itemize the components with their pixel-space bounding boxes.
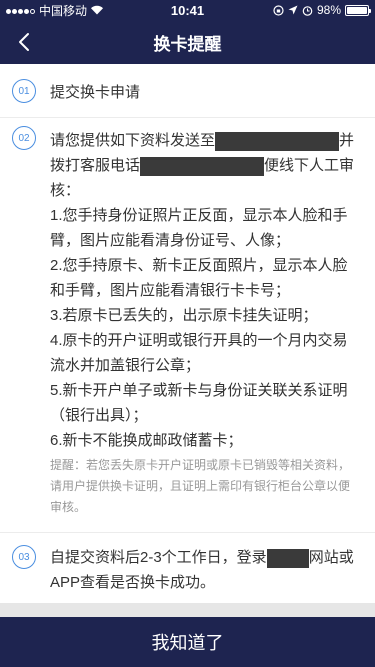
intro-text-a: 请您提供如下资料发送至 [50,132,216,149]
step-3: 03 自提交资料后2-3个工作日，登录 网站或APP查看是否换卡成功。 [0,533,375,609]
redacted-phone-block [140,156,265,176]
requirement-item: 5.新卡开户单子或新卡与身份证关联关系证明（银行出具）； [50,382,348,424]
requirement-item: 3.若原卡已丢失的，出示原卡挂失证明； [50,307,318,324]
intro-text-c: 打客服电话 [65,157,141,174]
wifi-icon [91,5,104,15]
step-1-text: 提交换卡申请 [50,84,141,101]
location-icon [288,5,298,15]
status-bar: 中国移动 10:41 98% [0,0,375,20]
reminder-content: 01 提交换卡申请 02 请您提供如下资料发送至 并拨打客服电话 便线下人工审核： … [0,64,375,619]
step-1: 01 提交换卡申请 [0,64,375,118]
requirement-item: 4.原卡的开户证明或银行开具的一个月内交易流水并加盖银行公章； [50,332,348,374]
battery-fill [347,6,367,14]
nav-bar: 换卡提醒 [0,20,375,64]
battery-percent: 98% [316,3,341,17]
requirement-item: 6.新卡不能换成邮政储蓄卡； [50,432,243,449]
status-left: 中国移动 [6,2,273,19]
reminder-tip: 提醒：若您丢失原卡开户证明或原卡已销毁等相关资料，请用户提供换卡证明，且证明上需… [50,458,351,514]
requirement-item: 2.您手持原卡、新卡正反面照片，显示本人脸和手臂，图片应能看清银行卡卡号； [50,257,348,299]
alarm-icon [302,5,313,16]
step-number-badge: 02 [12,126,36,150]
step-number-badge: 03 [12,545,36,569]
step-3-text: 自提交资料后2-3个工作日，登录 网站或APP查看是否换卡成功。 [50,545,361,595]
redacted-site-block [266,548,309,568]
step-2: 02 请您提供如下资料发送至 并拨打客服电话 便线下人工审核： 1.您手持身份证照片… [0,118,375,533]
confirm-button[interactable]: 我知道了 [0,617,375,667]
status-right: 98% [273,3,371,17]
signal-strength-icon [6,3,36,17]
carrier-name: 中国移动 [39,3,88,18]
step-number-badge: 01 [12,79,36,103]
back-button[interactable] [10,28,38,56]
requirement-item: 1.您手持身份证照片正反面，显示本人脸和手臂，图片应能看清身份证号、人像； [50,207,348,249]
step-3-text-a: 自提交资料后2-3个工作日，登录 [50,549,267,566]
step-2-text: 请您提供如下资料发送至 并拨打客服电话 便线下人工审核： 1.您手持身份证照片正反面… [50,128,361,453]
battery-icon [345,4,371,16]
page-title: 换卡提醒 [153,34,222,54]
rotation-lock-icon [273,4,284,16]
chevron-left-icon [19,33,29,51]
redacted-email-block [215,131,340,151]
